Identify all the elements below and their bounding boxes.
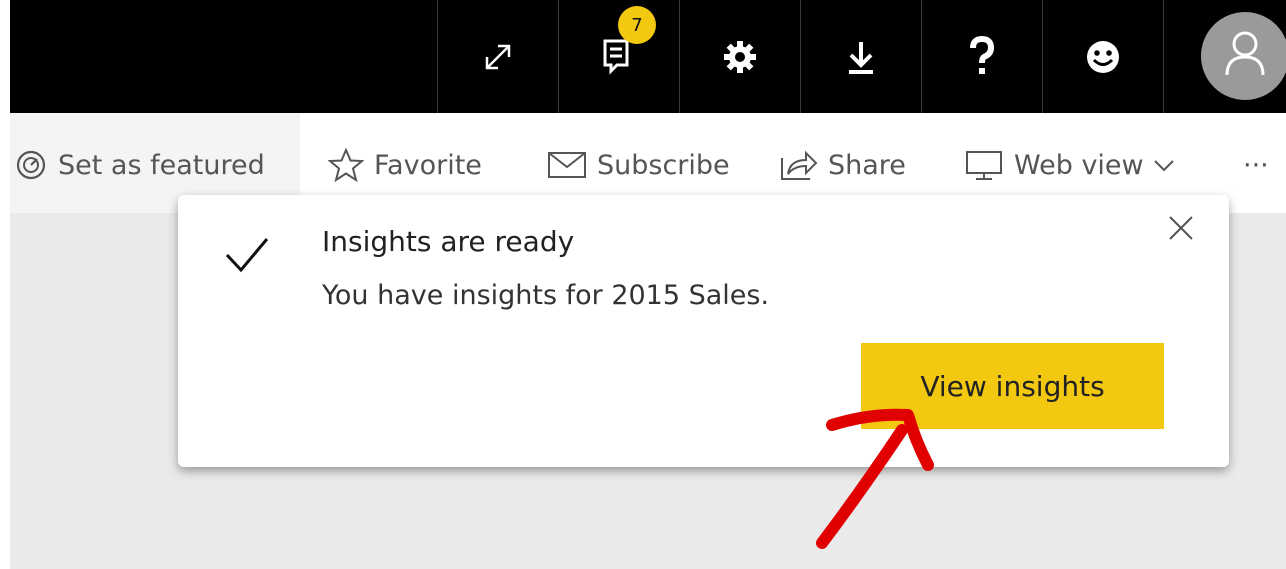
notifications-button[interactable]: 7 [558, 0, 679, 113]
gear-icon [720, 37, 760, 77]
help-icon [962, 35, 1002, 79]
subscribe-label: Subscribe [597, 149, 730, 181]
star-icon [328, 147, 364, 183]
annotation-arrow-icon [800, 395, 940, 559]
favorite-button[interactable]: Favorite [328, 147, 482, 183]
smiley-icon [1083, 37, 1123, 77]
more-options-button[interactable]: ··· [1243, 147, 1269, 183]
fullscreen-button[interactable] [437, 0, 558, 113]
web-view-dropdown[interactable]: Web view [964, 147, 1176, 183]
left-edge [0, 0, 10, 569]
insights-notification: Insights are ready You have insights for… [178, 195, 1229, 467]
share-icon [781, 150, 818, 180]
top-bar: 7 [10, 0, 1286, 113]
more-label: ··· [1243, 149, 1269, 181]
download-icon [841, 37, 881, 77]
monitor-icon [966, 151, 1002, 180]
expand-icon [478, 37, 518, 77]
download-button[interactable] [800, 0, 921, 113]
set-as-featured-label: Set as featured [58, 149, 265, 181]
help-button[interactable] [921, 0, 1042, 113]
subscribe-button[interactable]: Subscribe [547, 147, 730, 183]
settings-button[interactable] [679, 0, 800, 113]
person-icon [1223, 29, 1267, 83]
gauge-icon [16, 150, 46, 180]
chevron-down-icon [1153, 160, 1174, 172]
web-view-label: Web view [1014, 149, 1144, 181]
checkmark-icon [224, 235, 270, 279]
set-as-featured-button[interactable]: Set as featured [14, 147, 265, 183]
notification-title: Insights are ready [322, 225, 575, 258]
favorite-label: Favorite [374, 149, 482, 181]
feedback-button[interactable] [1042, 0, 1163, 113]
avatar[interactable] [1201, 12, 1286, 100]
share-label: Share [828, 149, 906, 181]
close-icon[interactable] [1166, 213, 1196, 247]
mail-icon [548, 152, 586, 178]
notification-badge: 7 [618, 6, 656, 44]
notification-message: You have insights for 2015 Sales. [322, 280, 770, 311]
share-button[interactable]: Share [778, 147, 906, 183]
